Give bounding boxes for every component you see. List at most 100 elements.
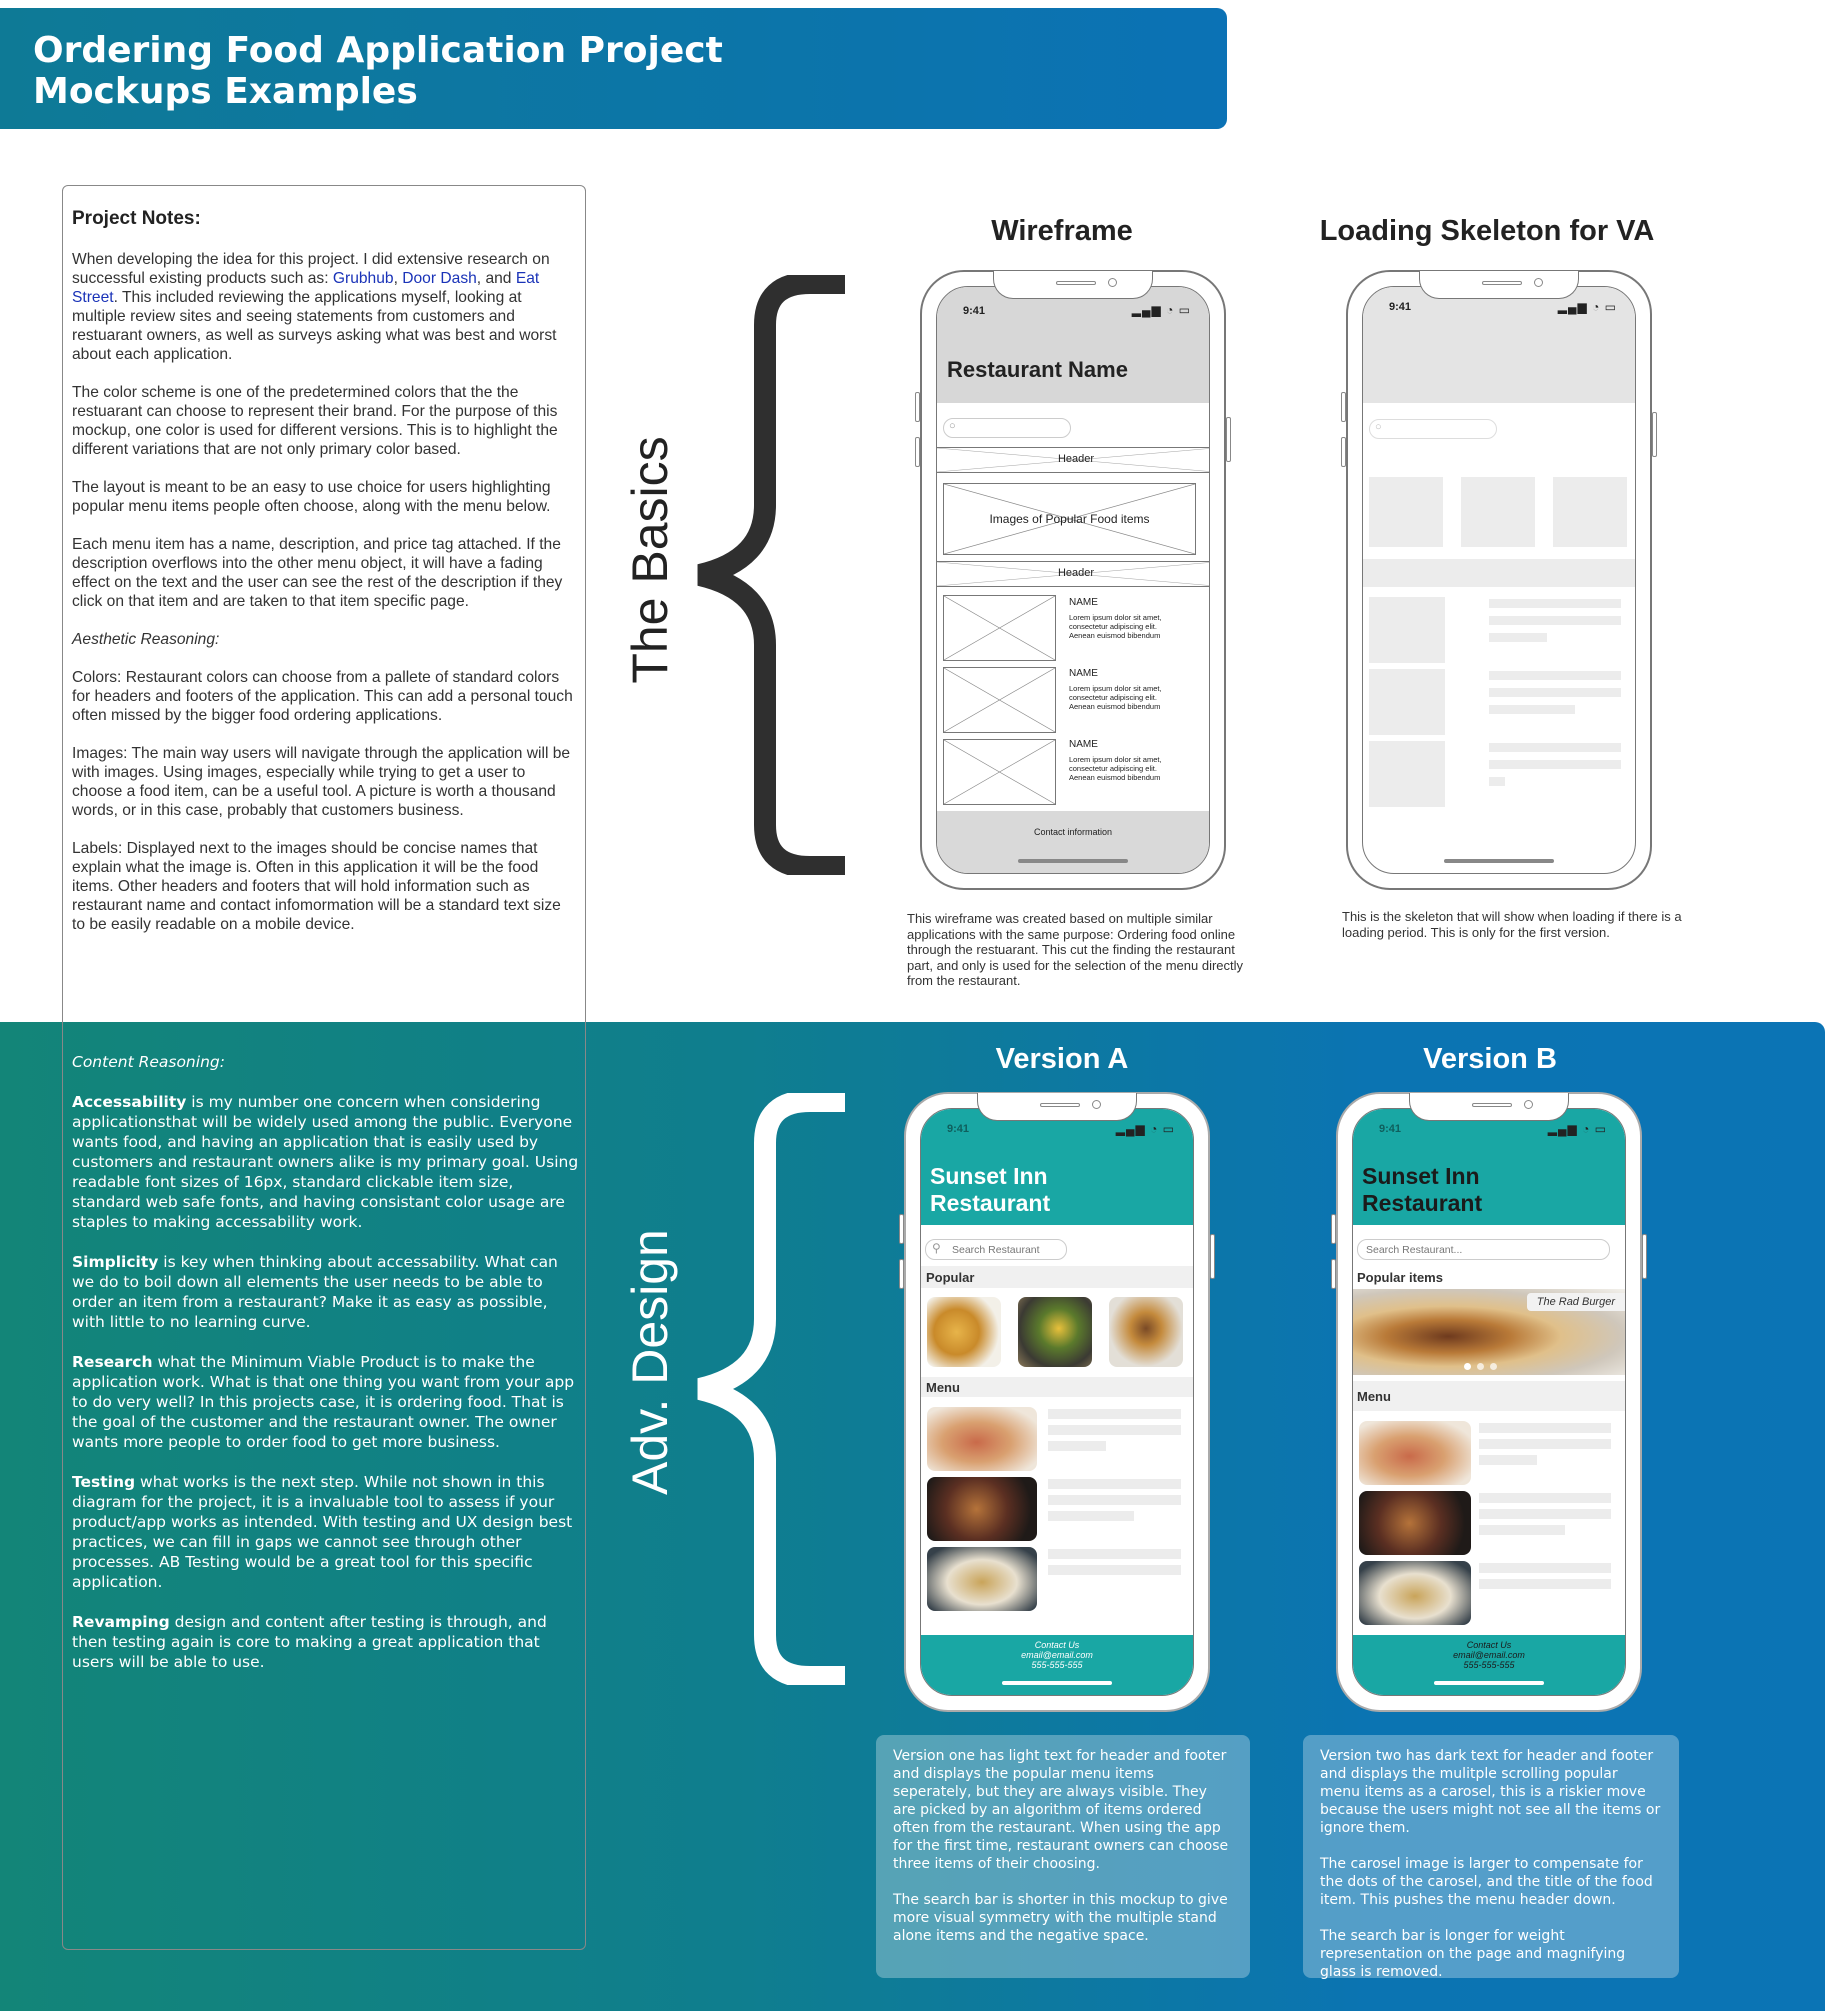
volume-button <box>915 437 920 467</box>
wireframe-description: This wireframe was created based on mult… <box>907 911 1244 988</box>
contact-info: Contact Us email@email.com 555-555-555 <box>1021 1640 1093 1670</box>
notes-paragraph-colors-aesthetic: Colors: Restaurant colors can choose fro… <box>72 669 573 724</box>
search-icon: ○ <box>1375 421 1382 433</box>
header-label: Header <box>1057 567 1095 579</box>
content-simplicity: Simplicity is key when thinking about ac… <box>72 1252 582 1332</box>
menu-item-name: NAME <box>1069 668 1098 679</box>
menu-item-image[interactable] <box>1359 1491 1471 1555</box>
notch <box>1419 271 1579 299</box>
menu-item-name: NAME <box>1069 597 1098 608</box>
power-button <box>1226 417 1231 462</box>
menu-item-desc: Lorem ipsum dolor sit amet, consectetur … <box>1069 755 1162 782</box>
status-time: 9:41 <box>947 1123 970 1135</box>
skeleton-line <box>1479 1439 1611 1449</box>
skeleton-line <box>1048 1549 1181 1559</box>
popular-carousel[interactable]: The Rad Burger <box>1353 1289 1625 1375</box>
camera-icon <box>1108 278 1117 287</box>
camera-icon <box>1092 1100 1101 1109</box>
carousel-item-label: The Rad Burger <box>1526 1293 1625 1311</box>
notes-paragraph-layout: The layout is meant to be an easy to use… <box>72 479 551 515</box>
content-reasoning: Content Reasoning: Accessability is my n… <box>72 1052 582 1692</box>
signal-wifi-battery-icon: ▂▄▆ ◔ ▭ <box>1131 303 1191 317</box>
notch <box>993 271 1153 299</box>
wireframe-phone: 9:41 ▂▄▆ ◔ ▭ Restaurant Name ○ Header Ima… <box>915 270 1231 890</box>
popular-item-burger[interactable] <box>1109 1297 1183 1367</box>
carousel-dot[interactable] <box>1464 1363 1471 1370</box>
signal-wifi-battery-icon: ▂▄▆ ◔ ▭ <box>1547 1122 1607 1136</box>
popular-item-fries[interactable] <box>927 1297 1001 1367</box>
skeleton-menu-image <box>1369 669 1445 735</box>
keyword: Research <box>72 1353 153 1371</box>
version-a-title: Version A <box>995 1043 1129 1075</box>
version-a-description: Version one has light text for header an… <box>876 1735 1250 1978</box>
notch <box>1409 1093 1569 1121</box>
menu-item-text: NAME Lorem ipsum dolor sit amet, consecte… <box>1069 597 1184 640</box>
content-reasoning-heading: Content Reasoning: <box>72 1053 225 1071</box>
wireframe-title: Wireframe <box>991 215 1133 247</box>
doordash-link[interactable]: Door Dash <box>402 270 477 287</box>
skeleton-line <box>1489 743 1621 752</box>
menu-item-text: NAME Lorem ipsum dolor sit amet, consecte… <box>1069 739 1184 782</box>
menu-item-name: NAME <box>1069 739 1098 750</box>
search-input[interactable]: Search Restaurant... <box>1357 1239 1610 1260</box>
skeleton-line <box>1489 616 1621 625</box>
skeleton-line <box>1479 1455 1537 1465</box>
contact-info: Contact Us email@email.com 555-555-555 <box>1453 1640 1525 1670</box>
camera-icon <box>1524 1100 1533 1109</box>
skeleton-header-bar <box>1363 559 1635 587</box>
version-a-desc-text: The search bar is shorter in this mockup… <box>893 1892 1228 1944</box>
search-input[interactable]: ○ <box>943 418 1071 438</box>
skeleton-menu-image <box>1369 741 1445 807</box>
volume-button <box>1331 1214 1336 1244</box>
menu-item-image[interactable] <box>1359 1421 1471 1485</box>
skeleton-screen: 9:41 ▂▄▆ ◔ ▭ ○ <box>1362 286 1636 874</box>
menu-item-image[interactable] <box>927 1547 1037 1611</box>
section-label-basics: The Basics <box>622 436 678 684</box>
grubhub-link[interactable]: Grubhub <box>333 270 394 287</box>
placeholder-cross-icon <box>944 740 1055 804</box>
content-text: is my number one concern when considerin… <box>72 1093 579 1231</box>
carousel-dot[interactable] <box>1490 1363 1497 1370</box>
skeleton-line <box>1489 760 1621 769</box>
skeleton-line <box>1479 1493 1611 1503</box>
search-input[interactable]: ⚲ Search Restaurant <box>925 1239 1067 1260</box>
skeleton-line <box>1048 1565 1181 1575</box>
menu-label: Menu <box>926 1380 960 1395</box>
speaker <box>1482 281 1522 285</box>
content-research: Research what the Minimum Viable Product… <box>72 1352 582 1452</box>
skeleton-title: Loading Skeleton for VA <box>1319 215 1655 247</box>
restaurant-name: Sunset Inn Restaurant <box>930 1163 1051 1216</box>
notes-paragraph-labels: Labels: Displayed next to the images sho… <box>72 840 561 933</box>
keyword: Revamping <box>72 1613 170 1631</box>
content-text: what works is the next step. While not s… <box>72 1473 573 1591</box>
skeleton-line <box>1479 1525 1565 1535</box>
menu-item-image[interactable] <box>1359 1561 1471 1625</box>
contact-label: Contact information <box>1033 827 1113 837</box>
menu-header: Menu <box>1353 1381 1625 1411</box>
skeleton-line <box>1489 705 1575 714</box>
carousel-dot[interactable] <box>1477 1363 1484 1370</box>
menu-item-image[interactable] <box>927 1407 1037 1471</box>
menu-item-desc: Lorem ipsum dolor sit amet, consectetur … <box>1069 684 1162 711</box>
speaker <box>1472 1103 1512 1107</box>
notes-paragraph-menu-item: Each menu item has a name, description, … <box>72 536 563 610</box>
menu-item-image[interactable] <box>927 1477 1037 1541</box>
skeleton-popular-tile <box>1369 477 1443 547</box>
page-title: Ordering Food Application Project Mockup… <box>33 30 723 112</box>
notes-sep: , <box>393 270 403 287</box>
version-a-desc-text: Version one has light text for header an… <box>893 1748 1229 1872</box>
menu-item-text: NAME Lorem ipsum dolor sit amet, consecte… <box>1069 668 1184 711</box>
search-input[interactable]: ○ <box>1369 419 1497 439</box>
home-indicator <box>1002 1681 1112 1685</box>
status-time: 9:41 <box>1379 1123 1402 1135</box>
skeleton-line <box>1048 1441 1106 1451</box>
volume-button <box>1341 392 1346 422</box>
power-button <box>1652 412 1657 457</box>
popular-item-salad[interactable] <box>1018 1297 1092 1367</box>
popular-label: Popular items <box>1357 1270 1443 1285</box>
skeleton-line <box>1489 688 1621 697</box>
version-b-desc-text: The carosel image is larger to compensat… <box>1320 1856 1653 1908</box>
version-b-desc-text: The search bar is longer for weight repr… <box>1320 1928 1626 1980</box>
version-b-phone: 9:41 ▂▄▆ ◔ ▭ Sunset Inn Restaurant Search… <box>1331 1092 1647 1712</box>
skeleton-line <box>1479 1509 1611 1519</box>
